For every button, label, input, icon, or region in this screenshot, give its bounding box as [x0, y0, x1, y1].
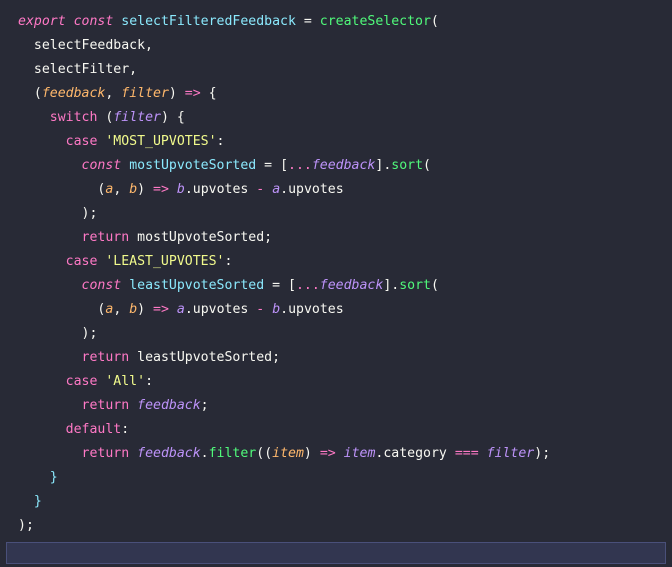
line-12: const leastUpvoteSorted = [...feedback].…	[18, 278, 439, 293]
line-3: selectFilter,	[18, 62, 137, 77]
line-22: );	[18, 518, 34, 533]
line-9: );	[18, 206, 97, 221]
line-2: selectFeedback,	[18, 38, 153, 53]
line-10: return mostUpvoteSorted;	[18, 230, 272, 245]
line-14: );	[18, 326, 97, 341]
code-block: export const selectFilteredFeedback = cr…	[0, 0, 672, 538]
cursor-line-highlight	[6, 542, 666, 564]
line-8: (a, b) => b.upvotes - a.upvotes	[18, 182, 344, 197]
line-13: (a, b) => a.upvotes - b.upvotes	[18, 302, 344, 317]
line-6: case 'MOST_UPVOTES':	[18, 134, 224, 149]
line-5: switch (filter) {	[18, 110, 185, 125]
line-7: const mostUpvoteSorted = [...feedback].s…	[18, 158, 431, 173]
line-16: case 'All':	[18, 374, 153, 389]
line-20: }	[18, 470, 58, 485]
line-4: (feedback, filter) => {	[18, 86, 217, 101]
line-18: default:	[18, 422, 129, 437]
line-11: case 'LEAST_UPVOTES':	[18, 254, 232, 269]
line-15: return leastUpvoteSorted;	[18, 350, 280, 365]
line-1: export const selectFilteredFeedback = cr…	[18, 14, 439, 29]
line-21: }	[18, 494, 42, 509]
line-17: return feedback;	[18, 398, 209, 413]
line-19: return feedback.filter((item) => item.ca…	[18, 446, 550, 461]
